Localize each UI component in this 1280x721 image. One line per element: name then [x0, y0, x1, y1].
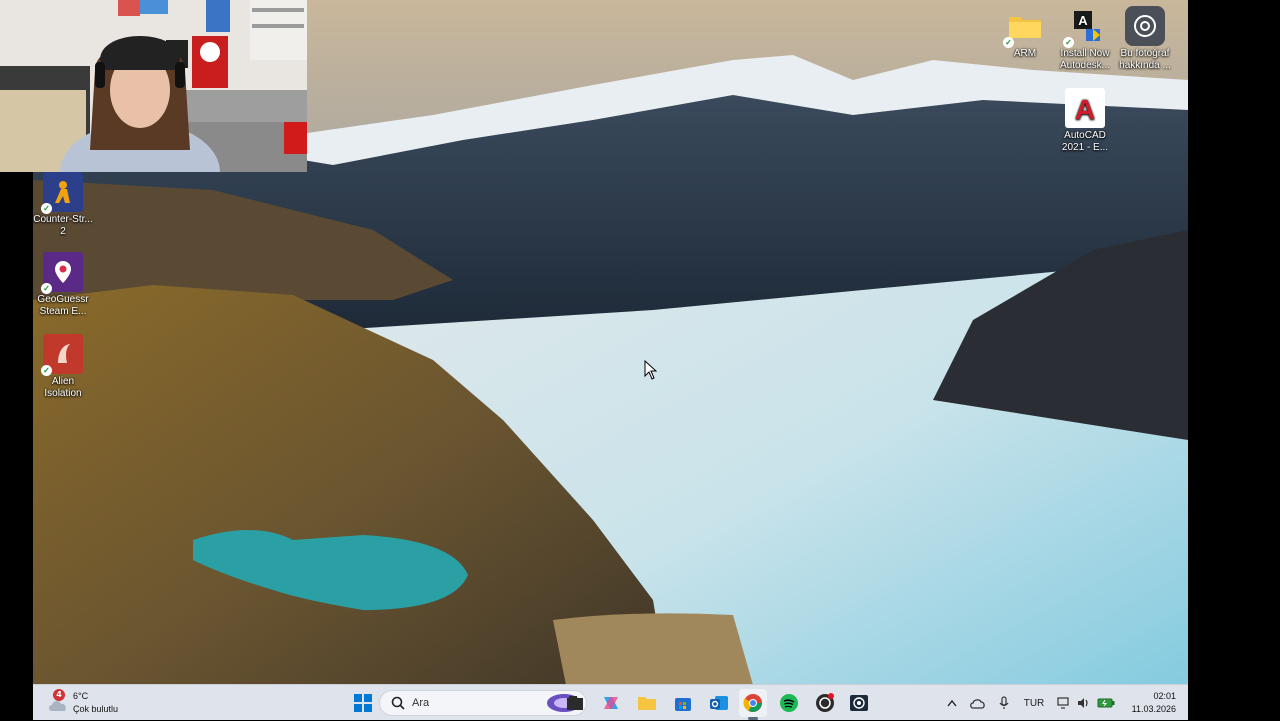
desktop-icon-label: AutoCAD: [1064, 130, 1106, 141]
search-icon: [391, 696, 405, 710]
taskbar-app-explorer[interactable]: [561, 689, 589, 717]
taskbar-app-outlook[interactable]: [705, 689, 733, 717]
outlook-icon: [710, 696, 728, 710]
camera-app-icon: [850, 695, 868, 711]
desktop-icon-autodesk-installer[interactable]: A ✓ Install Now Autodesk...: [1055, 6, 1115, 72]
battery-charging-icon: [1097, 698, 1115, 708]
desktop-icon-autocad[interactable]: A AutoCAD 2021 - E...: [1055, 88, 1115, 154]
taskbar-app-chrome[interactable]: [739, 689, 767, 720]
taskbar-search-box[interactable]: Ara: [379, 690, 587, 716]
taskbar-app-obs[interactable]: [811, 689, 839, 717]
taskbar: 4 6°C Çok bulutlu Ara TUR 02:01 11.03.20…: [33, 684, 1188, 720]
autocad-icon: A: [1065, 88, 1105, 128]
geoguessr-icon: ✓: [41, 252, 83, 294]
desktop-icon-label: Bu fotoğraf: [1120, 48, 1170, 59]
desktop-icon-label: ARM: [1013, 48, 1037, 59]
desktop-icon-label-line2: 2021 - E...: [1061, 142, 1109, 153]
taskbar-clock[interactable]: 02:01 11.03.2026: [1132, 690, 1176, 716]
alien-isolation-icon: ✓: [41, 334, 83, 376]
desktop-icon-label-line2: Steam E...: [39, 306, 87, 317]
weather-condition: Çok bulutlu: [73, 704, 119, 714]
tray-overflow-button[interactable]: [945, 685, 959, 721]
desktop-icon-counter-strike[interactable]: ✓ Counter-Str... 2: [33, 172, 93, 238]
search-placeholder: Ara: [412, 697, 430, 709]
desktop-icon-geoguessr[interactable]: ✓ GeoGuessr Steam E...: [33, 252, 93, 318]
folder-icon: ✓: [1003, 6, 1045, 48]
weather-temperature: 6°C: [73, 691, 89, 701]
desktop-icon-label-line2: Isolation: [44, 388, 82, 399]
tray-onedrive[interactable]: [969, 685, 987, 721]
desktop-icon-arm-folder[interactable]: ✓ ARM: [995, 6, 1055, 60]
counter-strike-icon: ✓: [41, 172, 83, 214]
cloud-sync-icon: [970, 699, 985, 709]
store-icon: [675, 698, 691, 711]
desktop-icon-label: Alien: [51, 376, 75, 387]
tray-language[interactable]: TUR: [1021, 685, 1047, 721]
tray-network[interactable]: [1055, 685, 1073, 721]
desktop-icon-photo-info[interactable]: Bu fotoğraf hakkında ...: [1115, 6, 1175, 72]
folder-icon: [638, 697, 656, 710]
speaker-icon: [1078, 698, 1088, 708]
mouse-cursor-icon: [644, 360, 658, 380]
desktop-icon-label: Counter-Str...: [33, 214, 93, 225]
tray-microphone[interactable]: [995, 685, 1013, 721]
taskbar-app-camera[interactable]: [845, 689, 873, 717]
chevron-up-icon: [947, 699, 957, 707]
taskbar-app-spotify[interactable]: [775, 689, 803, 717]
clock-date: 11.03.2026: [1131, 704, 1176, 714]
tray-volume[interactable]: [1075, 685, 1093, 721]
desktop-icon-label: GeoGuessr: [37, 294, 89, 305]
copilot-icon: [604, 697, 618, 709]
file-explorer-icon: [567, 696, 583, 710]
desktop-icon-label-line2: Autodesk...: [1059, 60, 1111, 71]
autodesk-installer-icon: A ✓: [1063, 6, 1105, 48]
desktop-icon-label-line2: 2: [60, 226, 66, 237]
windows-logo-icon: [354, 694, 372, 712]
obs-icon: [816, 693, 834, 712]
taskbar-app-copilot[interactable]: [597, 689, 625, 717]
svg-text:A: A: [1075, 94, 1095, 125]
weather-widget[interactable]: 4 6°C Çok bulutlu: [45, 689, 155, 717]
weather-notification-badge: 4: [53, 689, 65, 701]
desktop-icon-alien-isolation[interactable]: ✓ Alien Isolation: [33, 334, 93, 400]
spotify-icon: [780, 694, 798, 712]
desktop-icon-label-line2: hakkında ...: [1119, 60, 1171, 71]
clock-time: 02:01: [1153, 691, 1176, 701]
taskbar-app-store[interactable]: [669, 689, 697, 717]
taskbar-app-folder[interactable]: [633, 689, 661, 717]
start-button[interactable]: [349, 689, 377, 717]
chrome-icon: [743, 694, 762, 712]
tray-battery[interactable]: [1095, 685, 1117, 721]
svg-text:A: A: [1078, 13, 1088, 28]
microphone-icon: [999, 696, 1009, 709]
webcam-overlay: [0, 0, 307, 172]
desktop-icon-label: Install Now: [1060, 48, 1110, 59]
camera-info-icon: [1125, 6, 1165, 46]
network-icon: [1057, 697, 1069, 709]
